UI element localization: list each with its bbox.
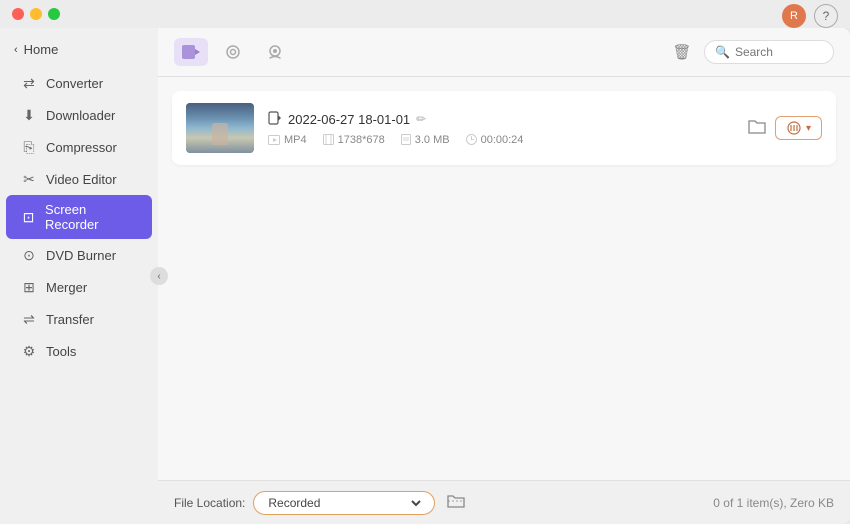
edit-icon[interactable]: ✏ xyxy=(416,112,426,126)
video-size: 3.0 MB xyxy=(415,134,450,146)
help-button[interactable]: ? xyxy=(814,4,838,28)
app-body: ‹ Home ⇄ Converter ⬇ Downloader ⎘ Compre… xyxy=(0,28,850,524)
status-text: 0 of 1 item(s), Zero KB xyxy=(713,496,834,510)
converter-icon: ⇄ xyxy=(20,74,38,92)
sidebar-label-screen-recorder: Screen Recorder xyxy=(45,202,138,232)
tools-icon: ⚙ xyxy=(20,342,38,360)
video-info: 2022-06-27 18-01-01 ✏ MP4 xyxy=(268,111,733,146)
user-button[interactable]: R xyxy=(782,4,806,28)
home-label: Home xyxy=(24,42,59,57)
sidebar-label-transfer: Transfer xyxy=(46,312,94,327)
video-actions: ▾ xyxy=(747,116,822,140)
video-thumbnail xyxy=(186,103,254,153)
video-duration: 00:00:24 xyxy=(481,134,524,146)
sidebar-item-dvd-burner[interactable]: ⊙ DVD Burner xyxy=(6,239,152,271)
sidebar-label-video-editor: Video Editor xyxy=(46,172,117,187)
video-title-row: 2022-06-27 18-01-01 ✏ xyxy=(268,111,733,128)
open-folder-button[interactable] xyxy=(447,493,465,513)
file-location-select[interactable]: Recorded Custom Downloads xyxy=(264,495,424,511)
convert-chevron-icon: ▾ xyxy=(806,123,811,134)
convert-button[interactable]: ▾ xyxy=(775,116,822,140)
file-location: File Location: Recorded Custom Downloads xyxy=(174,491,465,515)
main-content: 🗑 🔍 xyxy=(158,28,850,524)
meta-duration: 00:00:24 xyxy=(466,134,524,146)
sidebar-item-downloader[interactable]: ⬇ Downloader xyxy=(6,99,152,131)
sidebar-label-dvd-burner: DVD Burner xyxy=(46,248,116,263)
merger-icon: ⊞ xyxy=(20,278,38,296)
sidebar-item-compressor[interactable]: ⎘ Compressor xyxy=(6,131,152,163)
search-input[interactable] xyxy=(735,45,825,59)
sidebar-label-tools: Tools xyxy=(46,344,76,359)
sidebar-home[interactable]: ‹ Home xyxy=(0,36,158,67)
top-bar-tabs xyxy=(174,38,658,66)
video-title: 2022-06-27 18-01-01 xyxy=(288,112,410,127)
sidebar-label-compressor: Compressor xyxy=(46,140,117,155)
sidebar-item-video-editor[interactable]: ✂ Video Editor xyxy=(6,163,152,195)
duration-icon xyxy=(466,134,477,145)
meta-size: 3.0 MB xyxy=(401,134,450,146)
home-chevron-icon: ‹ xyxy=(14,44,18,56)
dvd-burner-icon: ⊙ xyxy=(20,246,38,264)
sidebar-label-converter: Converter xyxy=(46,76,103,91)
video-format: MP4 xyxy=(284,134,307,146)
search-box: 🔍 xyxy=(704,40,834,64)
video-meta: MP4 1738*678 xyxy=(268,134,733,146)
video-resolution: 1738*678 xyxy=(338,134,385,146)
traffic-light-red[interactable] xyxy=(12,8,24,20)
traffic-light-green[interactable] xyxy=(48,8,60,20)
content-area: 2022-06-27 18-01-01 ✏ MP4 xyxy=(158,77,850,480)
downloader-icon: ⬇ xyxy=(20,106,38,124)
video-item: 2022-06-27 18-01-01 ✏ MP4 xyxy=(172,91,836,165)
tab-webcam[interactable] xyxy=(258,38,292,66)
resolution-icon xyxy=(323,134,334,145)
sidebar-label-merger: Merger xyxy=(46,280,87,295)
collapse-sidebar-button[interactable]: ‹ xyxy=(150,267,168,285)
sidebar-item-converter[interactable]: ⇄ Converter xyxy=(6,67,152,99)
video-file-icon xyxy=(268,111,282,128)
save-folder-button[interactable] xyxy=(747,117,767,140)
sidebar-label-downloader: Downloader xyxy=(46,108,115,123)
tab-video[interactable] xyxy=(174,38,208,66)
traffic-light-yellow[interactable] xyxy=(30,8,42,20)
sidebar: ‹ Home ⇄ Converter ⬇ Downloader ⎘ Compre… xyxy=(0,28,158,524)
transfer-icon: ⇌ xyxy=(20,310,38,328)
file-location-label: File Location: xyxy=(174,496,245,510)
search-icon: 🔍 xyxy=(715,45,730,59)
size-icon xyxy=(401,134,411,145)
footer: File Location: Recorded Custom Downloads… xyxy=(158,480,850,524)
top-bar-right: 🗑 🔍 xyxy=(668,38,834,66)
sidebar-item-transfer[interactable]: ⇌ Transfer xyxy=(6,303,152,335)
file-location-dropdown: Recorded Custom Downloads xyxy=(253,491,435,515)
video-editor-icon: ✂ xyxy=(20,170,38,188)
screen-recorder-icon: ⊡ xyxy=(20,208,37,226)
meta-resolution: 1738*678 xyxy=(323,134,385,146)
sidebar-item-merger[interactable]: ⊞ Merger xyxy=(6,271,152,303)
compressor-icon: ⎘ xyxy=(20,138,38,156)
sidebar-item-tools[interactable]: ⚙ Tools xyxy=(6,335,152,367)
tab-audio[interactable] xyxy=(216,38,250,66)
format-icon xyxy=(268,135,280,145)
title-bar: R ? xyxy=(0,0,850,28)
top-bar: 🗑 🔍 xyxy=(158,28,850,77)
trash-button[interactable]: 🗑 xyxy=(668,38,696,66)
meta-format: MP4 xyxy=(268,134,307,146)
sidebar-item-screen-recorder[interactable]: ⊡ Screen Recorder xyxy=(6,195,152,239)
